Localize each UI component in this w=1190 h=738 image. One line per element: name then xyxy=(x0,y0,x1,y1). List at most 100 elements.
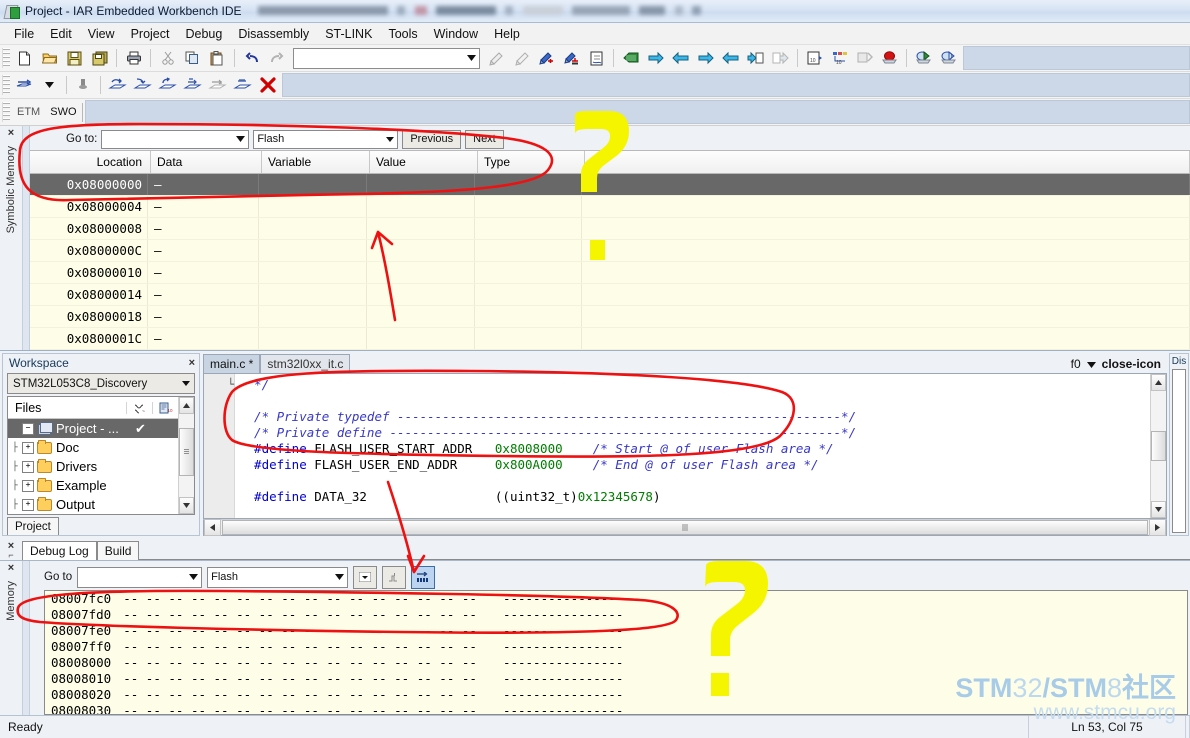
make-icon[interactable] xyxy=(643,46,668,70)
previous-button[interactable]: Previous xyxy=(402,129,462,149)
memory-save-button[interactable] xyxy=(411,565,436,589)
scroll-track[interactable] xyxy=(1151,391,1166,501)
stop-debugger-icon[interactable] xyxy=(71,73,96,97)
run-to-cursor-icon[interactable] xyxy=(205,73,230,97)
step-back-icon[interactable] xyxy=(693,46,718,70)
copy-icon[interactable] xyxy=(180,46,205,70)
step-into-icon[interactable]: 10 xyxy=(827,46,852,70)
tree-item-project[interactable]: − Project - ... ✔ xyxy=(8,419,178,438)
menu-tools[interactable]: Tools xyxy=(380,25,425,43)
run-to-cursor-icon[interactable] xyxy=(936,46,961,70)
table-row[interactable]: 0x0800001C – xyxy=(30,328,1190,350)
next-statement-icon[interactable] xyxy=(180,73,205,97)
scroll-left-button[interactable] xyxy=(204,519,221,536)
stop-build-icon[interactable] xyxy=(668,46,693,70)
build-target-dropdown-icon[interactable] xyxy=(12,73,37,97)
column-header-data[interactable]: Data xyxy=(151,151,262,173)
memory-row[interactable]: 08007fc0 -- -- -- -- -- -- -- -- -- -- --… xyxy=(45,591,1187,607)
table-row[interactable]: 0x0800000C – xyxy=(30,240,1190,262)
table-row[interactable]: 0x08000018– xyxy=(30,306,1190,328)
editor-vertical-scrollbar[interactable] xyxy=(1150,374,1166,518)
column-header-files[interactable]: Files xyxy=(8,401,126,415)
find-icon[interactable] xyxy=(484,46,509,70)
chevron-down-icon[interactable] xyxy=(1086,357,1096,371)
chevron-down-icon[interactable] xyxy=(233,132,248,147)
tree-expander[interactable]: − xyxy=(22,422,34,435)
menu-st-link[interactable]: ST-LINK xyxy=(317,25,380,43)
tab-stm32l0xx-it-c[interactable]: stm32l0xx_it.c xyxy=(260,354,351,373)
scroll-down-button[interactable] xyxy=(1151,501,1166,518)
memory-row[interactable]: 08007fe0 -- -- -- -- -- -- -- -- -- -- --… xyxy=(45,623,1187,639)
memory-zone-select[interactable]: Flash xyxy=(207,566,349,588)
scroll-thumb[interactable] xyxy=(1151,431,1166,461)
memory-row[interactable]: 08008000 -- -- -- -- -- -- -- -- -- -- --… xyxy=(45,655,1187,671)
menu-file[interactable]: File xyxy=(6,25,42,43)
memory-row[interactable]: 08007fd0 -- -- -- -- -- -- -- -- -- -- --… xyxy=(45,607,1187,623)
numeric-base-icon[interactable]: 10 xyxy=(152,401,178,414)
reset-icon[interactable] xyxy=(877,46,902,70)
chevron-down-icon[interactable] xyxy=(464,50,479,67)
memory-row[interactable]: 08008010 -- -- -- -- -- -- -- -- -- -- --… xyxy=(45,671,1187,687)
scroll-track[interactable] xyxy=(179,414,194,497)
tree-expander[interactable]: + xyxy=(22,479,34,492)
swo-button[interactable]: SWO xyxy=(45,102,83,122)
scroll-down-button[interactable] xyxy=(179,497,194,514)
scroll-thumb[interactable] xyxy=(222,520,1148,535)
workspace-project-selector[interactable]: STM32L053C8_Discovery xyxy=(7,373,195,394)
paste-icon[interactable] xyxy=(205,46,230,70)
go-to-bookmark-icon[interactable] xyxy=(584,46,609,70)
open-folder-icon[interactable] xyxy=(37,46,62,70)
new-document-icon[interactable] xyxy=(12,46,37,70)
close-icon[interactable]: × xyxy=(8,128,14,139)
toolbar-grip[interactable] xyxy=(2,75,10,95)
step-into-icon[interactable] xyxy=(130,73,155,97)
go-icon[interactable] xyxy=(230,73,255,97)
table-row[interactable]: 0x08000008– xyxy=(30,218,1190,240)
chevron-down-icon[interactable] xyxy=(37,73,62,97)
table-row[interactable]: 0x08000004– xyxy=(30,196,1190,218)
symbolic-memory-goto-input[interactable] xyxy=(101,129,250,149)
toolbar-grip[interactable] xyxy=(2,102,10,122)
tab-main-c[interactable]: main.c * xyxy=(203,354,261,373)
tab-project[interactable]: Project xyxy=(7,517,59,535)
tree-item-doc[interactable]: ├ + Doc xyxy=(8,438,178,457)
toolbar-search-combo[interactable] xyxy=(293,47,480,69)
menu-help[interactable]: Help xyxy=(486,25,528,43)
next-button[interactable]: Next xyxy=(465,129,504,149)
step-out-icon[interactable] xyxy=(155,73,180,97)
step-forward-icon[interactable] xyxy=(718,46,743,70)
go-icon[interactable] xyxy=(911,46,936,70)
menu-project[interactable]: Project xyxy=(123,25,178,43)
step-out-icon[interactable] xyxy=(852,46,877,70)
workspace-scrollbar[interactable] xyxy=(178,397,194,514)
cut-icon[interactable] xyxy=(155,46,180,70)
navigate-forward-icon[interactable] xyxy=(768,46,793,70)
tree-expander[interactable]: + xyxy=(22,460,34,473)
symbolic-memory-tab-label[interactable]: Symbolic Memory xyxy=(5,146,17,233)
stop-icon[interactable] xyxy=(255,73,280,97)
column-header-type[interactable]: Type xyxy=(478,151,585,173)
chevron-down-icon[interactable] xyxy=(178,381,194,386)
scroll-up-button[interactable] xyxy=(179,397,194,414)
scroll-thumb[interactable] xyxy=(179,428,194,476)
toggle-breakpoint-icon[interactable] xyxy=(534,46,559,70)
tree-item-output[interactable]: ├ + Output xyxy=(8,495,178,514)
scroll-up-button[interactable] xyxy=(1151,374,1166,391)
connections-icon[interactable]: ~ xyxy=(126,401,152,414)
menu-view[interactable]: View xyxy=(80,25,123,43)
navigate-back-icon[interactable] xyxy=(743,46,768,70)
memory-goto-input[interactable] xyxy=(77,566,203,588)
toolbar-grip[interactable] xyxy=(2,48,10,68)
close-icon[interactable]: close-icon xyxy=(1102,357,1161,371)
print-icon[interactable] xyxy=(121,46,146,70)
etm-button[interactable]: ETM xyxy=(12,103,45,122)
memory-row[interactable]: 08008030 -- -- -- -- -- -- -- -- -- -- --… xyxy=(45,703,1187,714)
tree-item-drivers[interactable]: ├ + Drivers xyxy=(8,457,178,476)
save-all-icon[interactable] xyxy=(87,46,112,70)
close-icon[interactable]: × xyxy=(8,563,14,574)
table-row[interactable]: 0x08000010– xyxy=(30,262,1190,284)
chevron-down-icon[interactable] xyxy=(382,132,397,147)
menu-disassembly[interactable]: Disassembly xyxy=(230,25,317,43)
chevron-down-icon[interactable] xyxy=(332,570,347,585)
column-header-value[interactable]: Value xyxy=(370,151,478,173)
